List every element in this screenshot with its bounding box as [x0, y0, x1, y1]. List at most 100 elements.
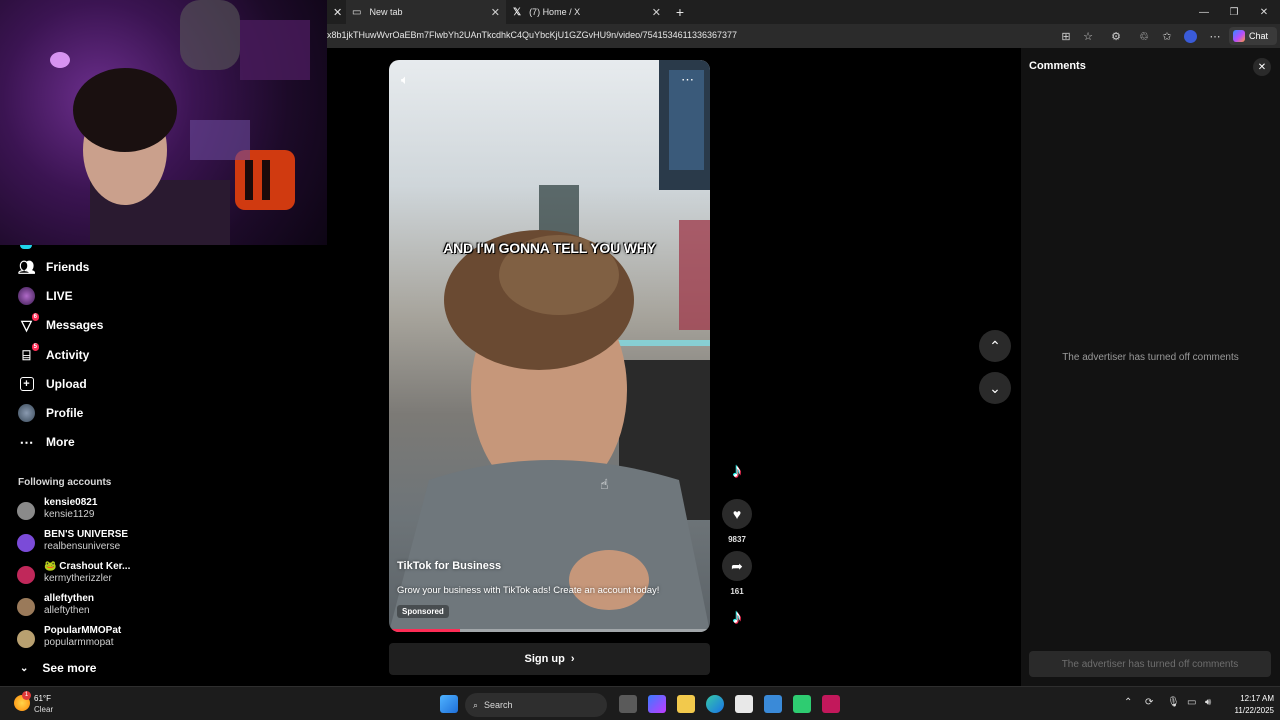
browser-essentials-icon[interactable]: ♲	[1136, 28, 1152, 44]
copilot-icon	[1233, 30, 1245, 42]
account-handle: realbensuniverse	[44, 541, 121, 552]
sidebar-item-friends[interactable]: 👥︎ Friends	[18, 256, 90, 278]
network-icon[interactable]: ▭	[1187, 697, 1196, 708]
sidebar-item-label: Profile	[46, 406, 84, 420]
share-count: 161	[730, 587, 744, 596]
tiktok-logo-icon[interactable]: ♪	[725, 459, 749, 483]
edge-browser-icon[interactable]	[706, 695, 724, 713]
task-view-icon[interactable]	[619, 695, 637, 713]
video-caption: AND I'M GONNA TELL YOU WHY	[443, 240, 656, 256]
tiktok-music-icon[interactable]: ♪	[725, 605, 749, 629]
tab-home-x[interactable]: 𝕏 (7) Home / X ✕	[507, 0, 667, 24]
restore-button[interactable]: ❐	[1219, 0, 1249, 24]
webcam-feed	[50, 0, 310, 245]
sidebar-item-messages[interactable]: ▽ 6 Messages	[18, 312, 104, 336]
see-more-button[interactable]: ⌄ See more	[20, 661, 96, 675]
volume-icon[interactable]: 🔊︎	[1205, 697, 1211, 708]
clock-date[interactable]: 11/22/2025	[1224, 706, 1274, 715]
following-account[interactable]: kensie0821 kensie1129	[17, 497, 217, 525]
chevron-down-icon: ⌄	[989, 379, 1001, 396]
restore-icon: ❐	[1229, 6, 1239, 18]
account-name: PopularMMOPat	[44, 625, 122, 636]
weather-temperature[interactable]: 61°F	[34, 694, 51, 703]
taskbar-search[interactable]: ⌕ Search	[465, 693, 607, 717]
see-more-label: See more	[42, 661, 97, 675]
new-tab-button[interactable]: +	[670, 0, 690, 24]
sidebar-item-live[interactable]: LIVE	[18, 285, 73, 307]
copilot-chat-button[interactable]: Chat	[1229, 27, 1277, 45]
sidebar-item-label: Messages	[46, 318, 104, 332]
following-account[interactable]: 🐸 Crashout Ker... kermytherizzler	[17, 561, 217, 589]
mouse-cursor-icon: ☝︎	[600, 476, 609, 492]
tray-sync-icon[interactable]: ⟳	[1145, 697, 1153, 708]
app-install-icon[interactable]: ⊞	[1058, 28, 1074, 44]
close-icon[interactable]: ✕	[491, 6, 500, 19]
following-accounts-title: Following accounts	[18, 477, 112, 488]
capture-app-icon[interactable]	[822, 695, 840, 713]
weather-condition[interactable]: Clear	[34, 705, 53, 714]
volume-muted-icon[interactable]: 🔈︎	[401, 72, 409, 88]
avatar	[17, 566, 35, 584]
close-comments-button[interactable]: ✕	[1253, 58, 1271, 76]
following-account[interactable]: PopularMMOPat popularmmopat	[17, 625, 217, 653]
search-label: Search	[484, 700, 513, 710]
clock-time[interactable]: 12:17 AM	[1224, 694, 1274, 703]
close-icon[interactable]: ✕	[652, 6, 661, 19]
search-icon: ⌕	[473, 699, 479, 710]
tab-close-prev[interactable]: ✕	[327, 0, 345, 24]
close-icon[interactable]: ✕	[333, 6, 342, 19]
minimize-button[interactable]: —	[1189, 0, 1219, 24]
favorites-icon[interactable]: ✩	[1159, 28, 1175, 44]
sidebar-item-label: Friends	[46, 260, 90, 274]
store-icon[interactable]	[735, 695, 753, 713]
chevron-up-icon: ⌃	[989, 337, 1001, 354]
minimize-icon: —	[1199, 6, 1209, 18]
url-field[interactable]: x8b1jkTHuwWvrOaEBm7FlwbYh2UAnTkcdhkC4QuY…	[327, 30, 737, 40]
like-count: 9837	[728, 535, 746, 544]
following-account[interactable]: BEN'S UNIVERSE realbensuniverse	[17, 529, 217, 557]
video-author[interactable]: TikTok for Business	[397, 560, 501, 572]
weather-badge: 1	[22, 691, 31, 700]
file-explorer-icon[interactable]	[677, 695, 695, 713]
copilot-app-icon[interactable]	[648, 695, 666, 713]
account-name: alleftythen	[44, 593, 95, 604]
comment-input: The advertiser has turned off comments	[1029, 651, 1271, 677]
menu-dots-icon[interactable]: ⋯	[1207, 28, 1223, 44]
tab-new-tab[interactable]: ▭ New tab ✕	[346, 0, 506, 24]
sidebar-item-activity[interactable]: ⌸ 5 Activity	[18, 342, 89, 366]
avatar	[17, 502, 35, 520]
tab-page-icon: ▭	[352, 6, 362, 18]
share-button[interactable]: ➦	[722, 551, 752, 581]
microphone-icon[interactable]: 🎙︎	[1167, 697, 1180, 708]
account-name: 🐸 Crashout Ker...	[44, 561, 131, 572]
sign-up-button[interactable]: Sign up ›	[389, 643, 710, 675]
next-video-button[interactable]: ⌄	[979, 372, 1011, 404]
close-icon: ✕	[1259, 6, 1269, 18]
sidebar-item-profile[interactable]: Profile	[18, 402, 83, 424]
sidebar-item-more[interactable]: ⋯ More	[18, 431, 75, 453]
app-icon[interactable]	[793, 695, 811, 713]
more-options-icon[interactable]: ⋯	[681, 72, 694, 88]
x-logo-icon: 𝕏	[513, 6, 522, 18]
account-handle: kensie1129	[44, 509, 95, 520]
following-account[interactable]: alleftythen alleftythen	[17, 593, 217, 621]
account-name: kensie0821	[44, 497, 98, 508]
video-progress-fill	[389, 629, 460, 632]
sponsored-badge: Sponsored	[397, 605, 449, 618]
account-handle: popularmmopat	[44, 637, 114, 648]
extensions-icon[interactable]: ⚙	[1108, 28, 1124, 44]
photos-icon[interactable]	[764, 695, 782, 713]
sidebar-item-upload[interactable]: + Upload	[18, 373, 87, 395]
favorite-star-icon[interactable]: ☆	[1080, 28, 1096, 44]
video-progress-bar[interactable]	[389, 629, 710, 632]
profile-icon[interactable]	[1182, 28, 1198, 44]
avatar	[17, 598, 35, 616]
video-player[interactable]: 🔈︎ ⋯ AND I'M GONNA TELL YOU WHY TikTok f…	[389, 60, 710, 632]
like-button[interactable]: ♥	[722, 499, 752, 529]
windows-start-icon[interactable]	[440, 695, 458, 713]
share-icon: ➦	[731, 557, 743, 574]
previous-video-button[interactable]: ⌃	[979, 330, 1011, 362]
close-window-button[interactable]: ✕	[1249, 0, 1279, 24]
tray-chevron-up-icon[interactable]: ⌃	[1124, 697, 1132, 708]
sidebar-item-label: More	[46, 435, 75, 449]
